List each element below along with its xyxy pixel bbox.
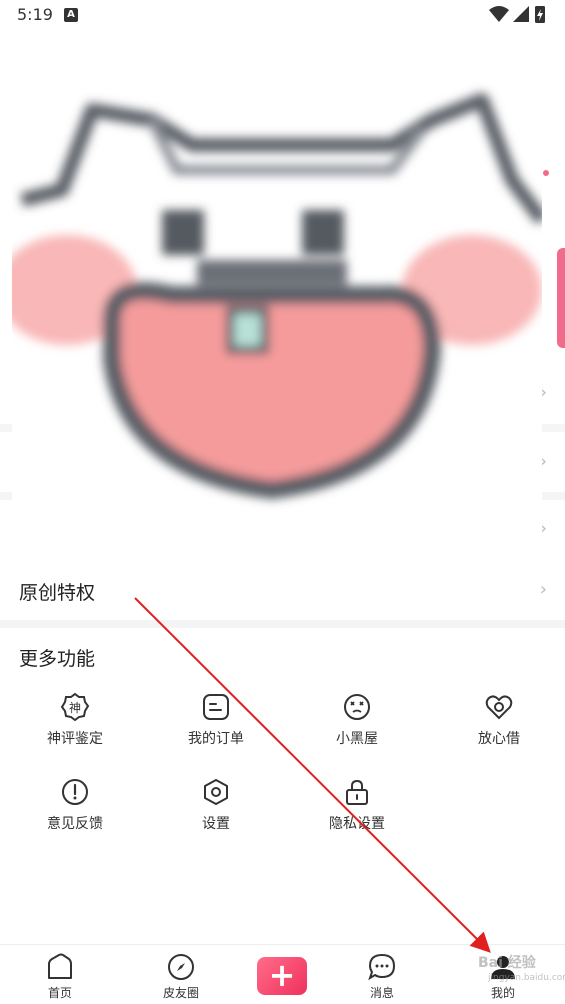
post-plus-button[interactable]: + bbox=[257, 957, 307, 995]
grid-item-label: 隐私设置 bbox=[329, 816, 385, 832]
home-icon bbox=[48, 953, 72, 979]
my-orders-button[interactable]: 我的订单 bbox=[161, 692, 271, 752]
tab-label: 皮友圈 bbox=[162, 986, 199, 1000]
watermark: Bai 经验 bbox=[478, 955, 536, 971]
tab-messages[interactable]: 消息 bbox=[337, 945, 427, 1004]
shen-ping-appraisal-button[interactable]: 神 神评鉴定 bbox=[20, 692, 130, 752]
order-icon bbox=[203, 694, 229, 720]
grid-item-label: 我的订单 bbox=[188, 731, 244, 747]
original-privilege-row[interactable]: 原创特权 › bbox=[0, 562, 565, 618]
chevron-right-icon: › bbox=[539, 579, 547, 600]
watermark-url: jingyan.baidu.com bbox=[488, 973, 565, 983]
grid-item-label: 设置 bbox=[202, 816, 230, 832]
compass-icon bbox=[168, 954, 194, 980]
notification-badge: A bbox=[64, 8, 78, 22]
lock-icon bbox=[346, 779, 368, 805]
exclamation-circle-icon bbox=[62, 779, 88, 805]
grid-item-label: 放心借 bbox=[478, 731, 520, 747]
tab-pi-friends[interactable]: 皮友圈 bbox=[136, 945, 226, 1004]
privacy-settings-button[interactable]: 隐私设置 bbox=[302, 777, 412, 837]
feedback-button[interactable]: 意见反馈 bbox=[20, 777, 130, 837]
settings-hexagon-icon bbox=[204, 779, 228, 805]
tab-label: 消息 bbox=[369, 986, 394, 1000]
tab-label: 我的 bbox=[490, 986, 515, 1000]
tab-home[interactable]: 首页 bbox=[15, 945, 105, 1004]
more-functions-title: 更多功能 bbox=[19, 648, 96, 670]
status-bar: 5:19 A bbox=[0, 0, 565, 30]
svg-text:神: 神 bbox=[69, 701, 81, 715]
grid-item-label: 神评鉴定 bbox=[47, 731, 103, 747]
blurred-cat-sticker-image bbox=[12, 50, 542, 550]
heart-loan-icon bbox=[485, 695, 513, 720]
sticker-overlay bbox=[0, 30, 565, 570]
original-privilege-label: 原创特权 bbox=[19, 582, 96, 604]
dizzy-face-icon bbox=[344, 694, 370, 720]
small-dark-room-button[interactable]: 小黑屋 bbox=[302, 692, 412, 752]
section-divider bbox=[0, 620, 565, 628]
status-time: 5:19 bbox=[17, 5, 53, 24]
tab-label: 首页 bbox=[47, 986, 72, 1000]
wifi-icon bbox=[489, 6, 509, 22]
grid-item-label: 意见反馈 bbox=[47, 816, 103, 832]
signal-icon bbox=[513, 6, 529, 22]
shen-badge-icon: 神 bbox=[60, 692, 90, 722]
status-icons bbox=[489, 6, 545, 23]
settings-button[interactable]: 设置 bbox=[161, 777, 271, 837]
grid-item-label: 小黑屋 bbox=[336, 731, 378, 747]
chat-bubble-icon bbox=[368, 953, 396, 981]
worry-free-loan-button[interactable]: 放心借 bbox=[444, 692, 554, 752]
